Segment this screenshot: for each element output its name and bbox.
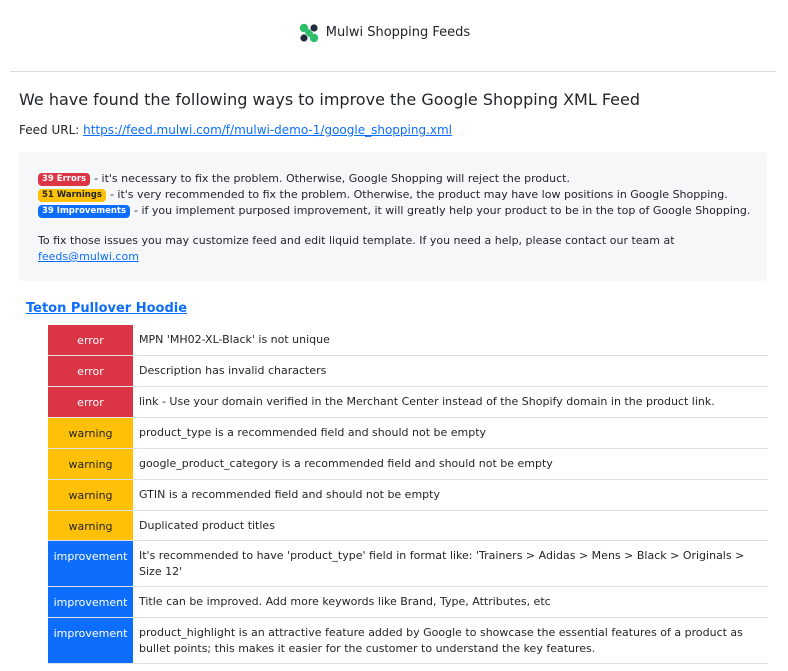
issue-message: Title can be improved. Add more keywords… [139, 595, 551, 608]
issue-type-badge: error [48, 387, 133, 417]
help-description: To fix those issues you may customize fe… [38, 234, 675, 247]
issue-type-badge: warning [48, 480, 133, 510]
issue-type-badge: warning [48, 511, 133, 540]
issue-message: product_type is a recommended field and … [139, 426, 487, 439]
issue-type-badge: warning [48, 418, 133, 448]
issue-row: error link - Use your domain verified in … [48, 387, 768, 418]
issue-message: product_highlight is an attractive featu… [139, 626, 743, 655]
summary-panel: 39 Errors - it's necessary to fix the pr… [19, 152, 767, 281]
feed-url-line: Feed URL: https://feed.mulwi.com/f/mulwi… [19, 123, 452, 137]
feed-url-label: Feed URL: [19, 123, 84, 137]
issue-type-badge: warning [48, 449, 133, 479]
issue-row: improvement Title can be improved. Add mo… [48, 587, 768, 618]
errors-count-badge: 39 Errors [38, 172, 91, 186]
issue-message: MPN 'MH02-XL-Black' is not unique [139, 333, 330, 346]
help-email-link[interactable]: feeds@mulwi.com [38, 250, 139, 263]
issue-row: improvement product_highlight is an attra… [48, 618, 768, 664]
errors-description: - it's necessary to fix the problem. Oth… [94, 172, 570, 185]
issue-message: google_product_category is a recommended… [139, 457, 553, 470]
issue-row: improvement It's recommended to have 'pro… [48, 541, 768, 587]
feed-url-link[interactable]: https://feed.mulwi.com/f/mulwi-demo-1/go… [83, 123, 452, 137]
issue-type-badge: improvement [48, 541, 133, 586]
brand[interactable]: Mulwi Shopping Feeds [298, 22, 470, 44]
errors-summary: 39 Errors - it's necessary to fix the pr… [38, 171, 748, 187]
issue-message: link - Use your domain verified in the M… [139, 395, 715, 408]
issues-table: error MPN 'MH02-XL-Black' is not unique er… [48, 325, 768, 664]
warnings-description: - it's very recommended to fix the probl… [109, 188, 728, 201]
help-text: To fix those issues you may customize fe… [38, 233, 728, 265]
issue-row: error MPN 'MH02-XL-Black' is not unique [48, 325, 768, 356]
product-link[interactable]: Teton Pullover Hoodie [26, 301, 187, 316]
issue-type-badge: improvement [48, 587, 133, 617]
header: Mulwi Shopping Feeds [10, 0, 776, 72]
issue-message: It's recommended to have 'product_type' … [139, 549, 745, 578]
issue-row: error Description has invalid characters [48, 356, 768, 387]
improvements-count-badge: 39 Improvements [38, 204, 131, 218]
warnings-summary: 51 Warnings - it's very recommended to f… [38, 187, 748, 203]
improvements-description: - if you implement purposed improvement,… [134, 204, 751, 217]
issue-message: Duplicated product titles [139, 519, 275, 532]
issue-type-badge: error [48, 325, 133, 355]
improvements-summary: 39 Improvements - if you implement purpo… [38, 203, 751, 219]
issue-type-badge: error [48, 356, 133, 386]
issue-message: GTIN is a recommended field and should n… [139, 488, 440, 501]
issue-message: Description has invalid characters [139, 364, 327, 377]
issue-type-badge: improvement [48, 618, 133, 663]
warnings-count-badge: 51 Warnings [38, 188, 106, 202]
issue-row: warning GTIN is a recommended field and s… [48, 480, 768, 511]
page-title: We have found the following ways to impr… [19, 90, 641, 109]
issue-row: warning Duplicated product titles [48, 511, 768, 541]
issue-row: warning google_product_category is a reco… [48, 449, 768, 480]
issue-row: warning product_type is a recommended fie… [48, 418, 768, 449]
mulwi-logo-icon [299, 23, 318, 42]
brand-name: Mulwi Shopping Feeds [325, 25, 471, 40]
